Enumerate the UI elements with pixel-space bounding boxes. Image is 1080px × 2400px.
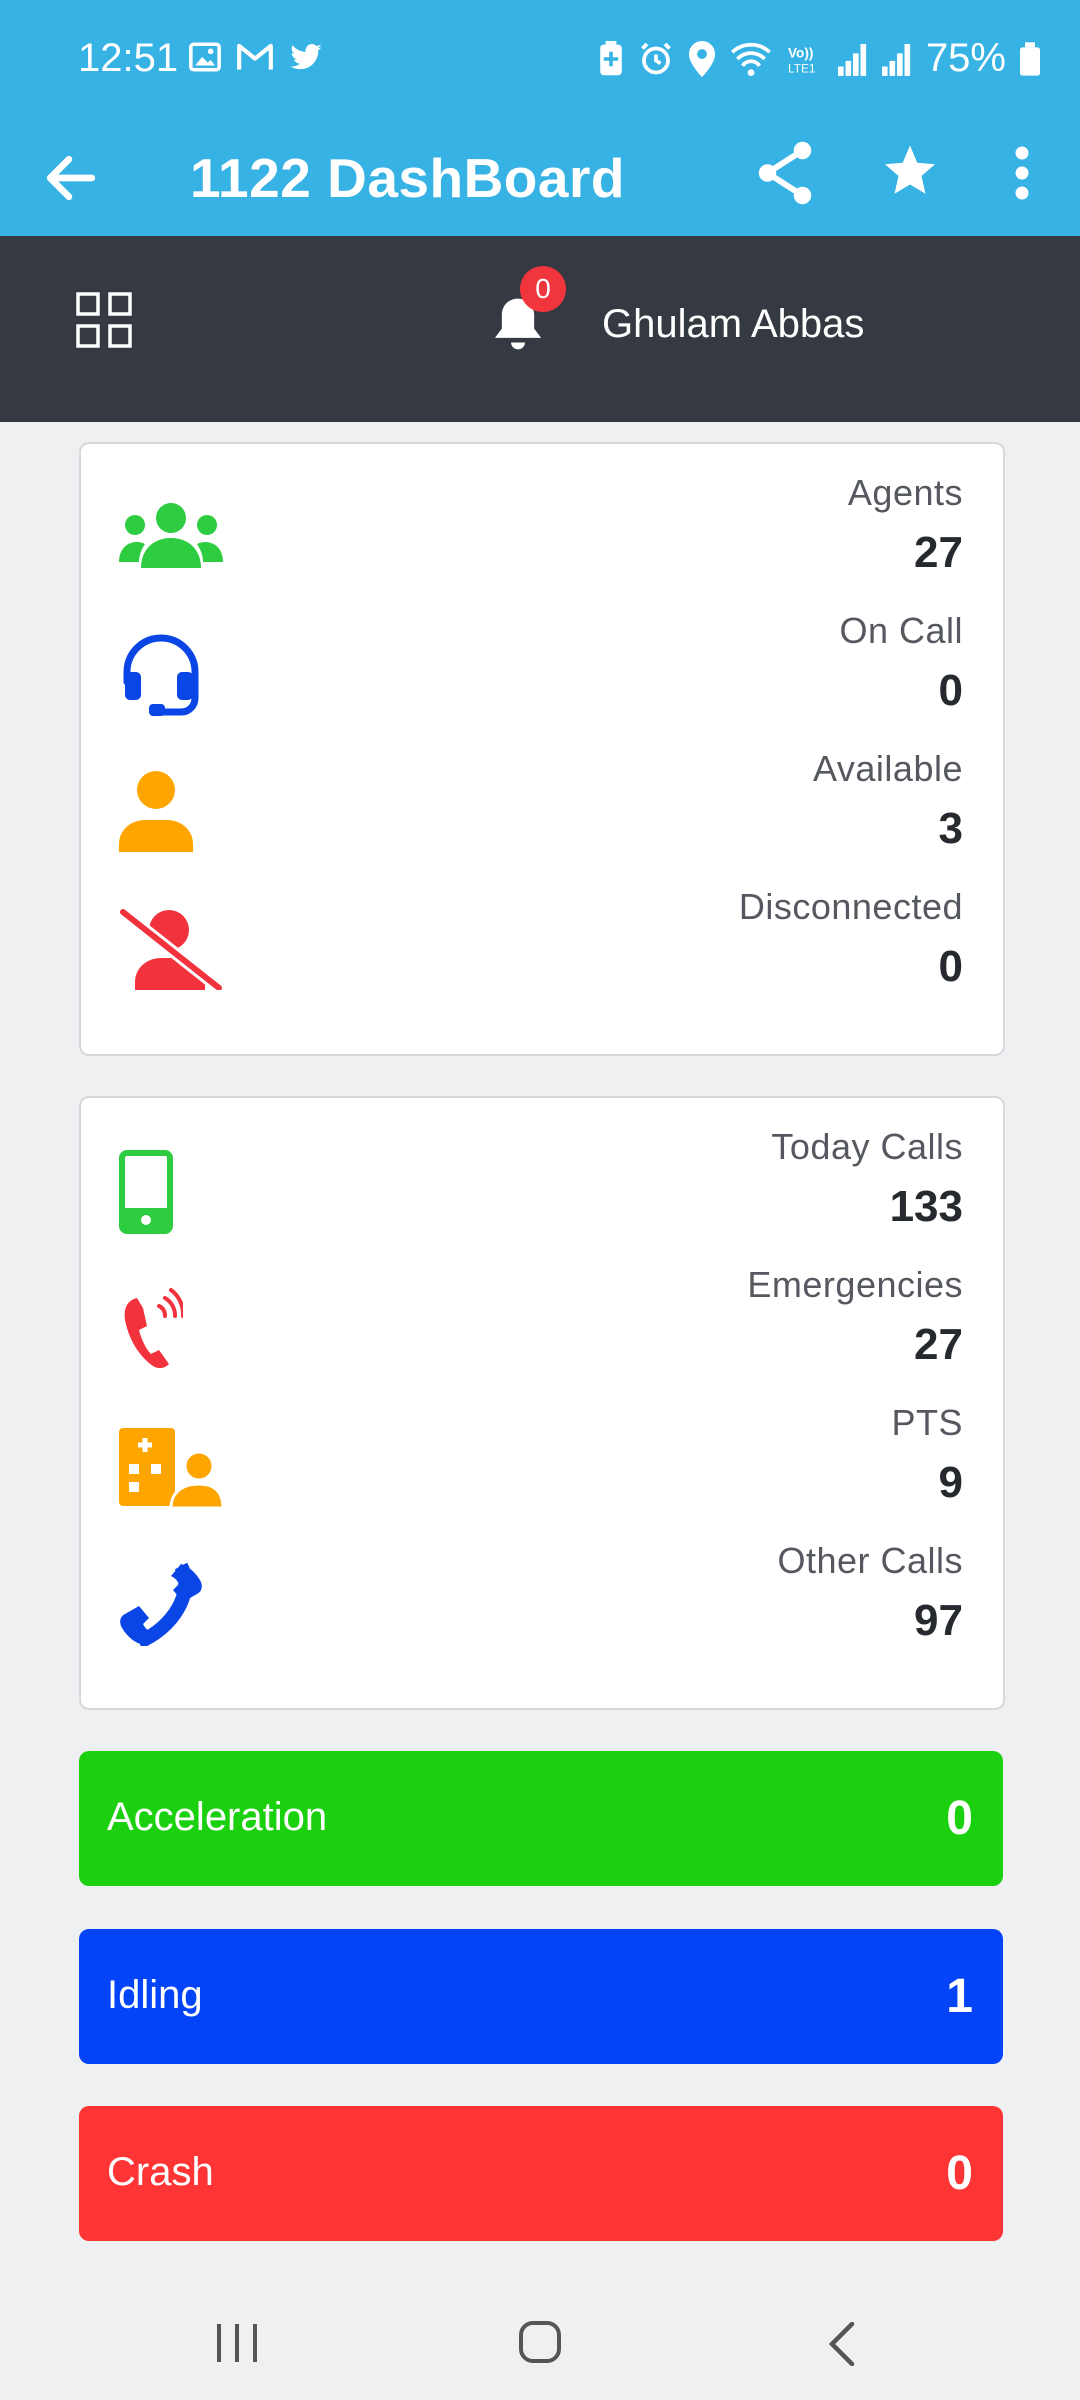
calls-card: Today Calls 133 Emergencies 27 PTS 9 Oth… bbox=[79, 1096, 1005, 1710]
acceleration-value: 0 bbox=[946, 1792, 973, 1845]
pts-value: 9 bbox=[938, 1458, 963, 1507]
person-icon bbox=[119, 771, 193, 852]
emergencies-row: Emergencies 27 bbox=[81, 1236, 1003, 1374]
other-calls-label: Other Calls bbox=[777, 1540, 963, 1581]
on-call-value: 0 bbox=[938, 666, 963, 715]
signal-icon bbox=[881, 43, 911, 76]
nav-back-icon[interactable] bbox=[826, 2322, 856, 2366]
more-vert-icon[interactable] bbox=[1000, 138, 1044, 208]
image-icon bbox=[189, 42, 221, 72]
status-time: 12:51 bbox=[78, 36, 179, 80]
star-icon[interactable] bbox=[880, 138, 940, 208]
phone-icon bbox=[120, 1562, 202, 1646]
volte-icon: Vo))LTE1 bbox=[788, 45, 816, 75]
emergencies-value: 27 bbox=[914, 1320, 963, 1369]
recent-apps-icon[interactable] bbox=[215, 2322, 259, 2364]
agents-card: Agents 27 On Call 0 Available 3 Disconne… bbox=[79, 442, 1005, 1056]
signal-icon bbox=[837, 43, 867, 76]
disconnected-value: 0 bbox=[938, 942, 963, 991]
status-bar: 12:51 Vo)) LTE1 75% bbox=[0, 0, 1080, 120]
user-name: Ghulam Abbas bbox=[602, 302, 865, 346]
notification-badge: 0 bbox=[520, 266, 566, 312]
idling-bar[interactable]: Idling 1 bbox=[79, 1929, 1003, 2064]
available-label: Available bbox=[813, 748, 963, 789]
app-bar: 1122 DashBoard bbox=[0, 120, 1080, 236]
today-calls-label: Today Calls bbox=[771, 1126, 963, 1167]
mobile-phone-icon bbox=[119, 1150, 173, 1234]
acceleration-bar[interactable]: Acceleration 0 bbox=[79, 1751, 1003, 1886]
page-title: 1122 DashBoard bbox=[190, 147, 625, 209]
back-arrow-icon[interactable] bbox=[46, 140, 96, 216]
alarm-icon bbox=[641, 42, 671, 74]
emergencies-label: Emergencies bbox=[747, 1264, 963, 1305]
today-calls-row: Today Calls 133 bbox=[81, 1098, 1003, 1236]
hospital-user-icon bbox=[119, 1428, 223, 1508]
other-calls-value: 97 bbox=[914, 1596, 963, 1645]
crash-bar[interactable]: Crash 0 bbox=[79, 2106, 1003, 2241]
person-off-icon bbox=[119, 907, 223, 990]
share-icon[interactable] bbox=[755, 138, 815, 208]
headset-icon bbox=[123, 634, 199, 716]
on-call-label: On Call bbox=[839, 610, 963, 651]
battery-saver-icon bbox=[600, 40, 622, 75]
on-call-row: On Call 0 bbox=[81, 582, 1003, 720]
wifi-icon bbox=[730, 42, 771, 76]
today-calls-value: 133 bbox=[889, 1182, 963, 1231]
home-icon[interactable] bbox=[518, 2320, 562, 2364]
available-row: Available 3 bbox=[81, 720, 1003, 858]
dashboard-header: 0 Ghulam Abbas bbox=[0, 236, 1080, 422]
system-nav-bar bbox=[0, 2280, 1080, 2400]
gmail-icon bbox=[237, 43, 273, 70]
twitter-icon bbox=[290, 44, 322, 70]
disconnected-label: Disconnected bbox=[738, 886, 963, 927]
svg-text:Vo)): Vo)) bbox=[788, 45, 813, 60]
idling-label: Idling bbox=[107, 1973, 203, 2017]
phone-ringing-icon bbox=[124, 1288, 183, 1369]
other-calls-row: Other Calls 97 bbox=[81, 1512, 1003, 1650]
disconnected-row: Disconnected 0 bbox=[81, 858, 1003, 996]
agents-row: Agents 27 bbox=[81, 444, 1003, 582]
agents-value: 27 bbox=[914, 528, 963, 577]
agents-label: Agents bbox=[847, 472, 963, 513]
pts-label: PTS bbox=[891, 1402, 963, 1443]
pts-row: PTS 9 bbox=[81, 1374, 1003, 1512]
location-icon bbox=[688, 40, 716, 77]
idling-value: 1 bbox=[946, 1970, 973, 2023]
group-icon bbox=[119, 503, 223, 568]
crash-label: Crash bbox=[107, 2150, 214, 2194]
available-value: 3 bbox=[938, 804, 963, 853]
acceleration-label: Acceleration bbox=[107, 1795, 328, 1839]
crash-value: 0 bbox=[946, 2147, 973, 2200]
battery-icon bbox=[1020, 41, 1040, 76]
svg-text:LTE1: LTE1 bbox=[788, 61, 816, 75]
battery-percent: 75% bbox=[925, 36, 1006, 80]
grid-menu-icon[interactable] bbox=[76, 292, 132, 348]
